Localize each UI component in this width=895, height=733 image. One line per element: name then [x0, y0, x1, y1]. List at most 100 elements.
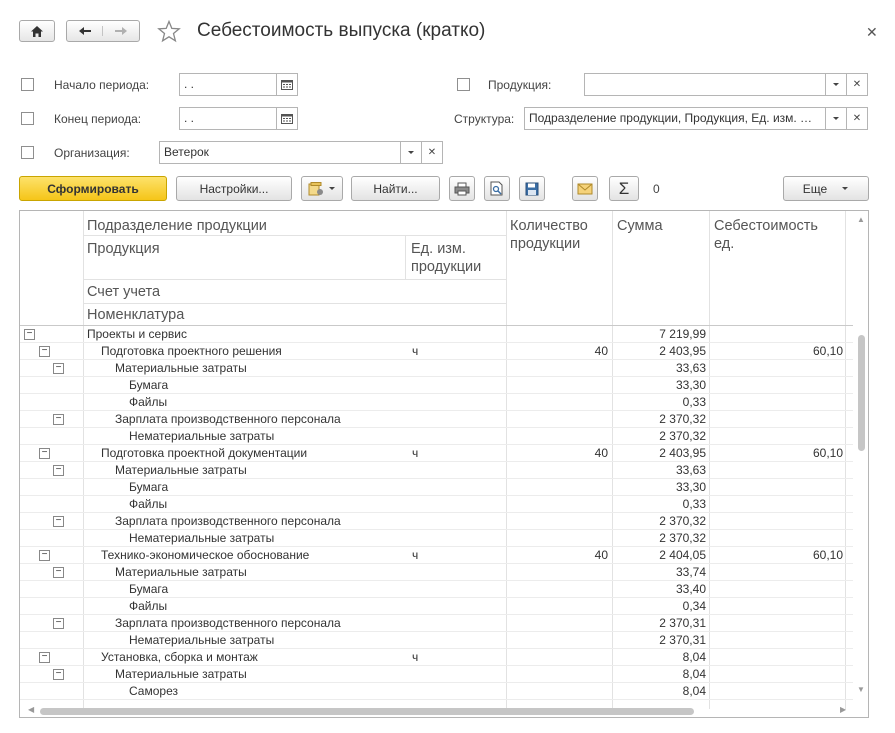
collapse-toggle-icon[interactable]: − — [24, 329, 35, 340]
organization-dropdown-button[interactable] — [400, 141, 422, 164]
row-name: Материальные затраты — [115, 463, 247, 477]
send-email-button[interactable] — [572, 176, 598, 201]
calendar-icon — [281, 79, 293, 90]
row-quantity: 40 — [594, 446, 608, 460]
collapse-toggle-icon[interactable]: − — [53, 567, 64, 578]
row-sum: 2 370,31 — [659, 633, 706, 647]
row-name: Нематериальные затраты — [129, 429, 275, 443]
back-button[interactable] — [67, 26, 103, 36]
vertical-scrollbar[interactable]: ▲ ▼ — [854, 211, 868, 705]
structure-field[interactable]: Подразделение продукции, Продукция, Ед. … — [524, 107, 826, 130]
collapse-toggle-icon[interactable]: − — [39, 346, 50, 357]
row-sum: 33,63 — [675, 361, 706, 375]
report-spreadsheet[interactable]: Подразделение продукции Продукция Ед. из… — [19, 210, 869, 718]
more-button[interactable]: Еще — [783, 176, 869, 201]
product-checkbox[interactable] — [457, 78, 470, 91]
scroll-right-icon[interactable]: ▶ — [840, 705, 846, 714]
report-row: Технико-экономическое обоснование ч 40 2 40… — [20, 547, 853, 564]
row-unit-cost: 60,10 — [812, 344, 843, 358]
forward-button[interactable] — [103, 26, 139, 36]
print-button[interactable] — [449, 176, 475, 201]
period-end-field[interactable]: . . — [179, 107, 277, 130]
scroll-left-icon[interactable]: ◀ — [28, 705, 34, 714]
report-row: Зарплата производственного персонала 2 37… — [20, 615, 853, 632]
find-button[interactable]: Найти... — [351, 176, 440, 201]
collapse-toggle-icon[interactable]: − — [39, 550, 50, 561]
save-button[interactable] — [519, 176, 545, 201]
structure-dropdown-button[interactable] — [825, 107, 847, 130]
horizontal-scroll-thumb[interactable] — [40, 708, 694, 715]
sum-button[interactable]: Σ — [609, 176, 639, 201]
chevron-down-icon — [329, 187, 335, 190]
header-quantity: Количество продукции — [510, 218, 588, 252]
report-row: Файлы 0,33 — [20, 394, 853, 411]
period-end-calendar-button[interactable] — [276, 107, 298, 130]
period-start-checkbox[interactable] — [21, 78, 34, 91]
report-row: Установка, сборка и монтаж ч 8,04 − — [20, 649, 853, 666]
product-dropdown-button[interactable] — [825, 73, 847, 96]
arrow-right-icon — [115, 27, 127, 35]
organization-clear-button[interactable]: ✕ — [421, 141, 443, 164]
row-sum: 33,30 — [675, 378, 706, 392]
report-row: Нематериальные затраты 2 370,32 — [20, 428, 853, 445]
horizontal-scrollbar[interactable]: ◀ ▶ — [20, 705, 854, 717]
variants-dropdown-button[interactable] — [301, 176, 343, 201]
collapse-toggle-icon[interactable]: − — [53, 465, 64, 476]
period-end-checkbox[interactable] — [21, 112, 34, 125]
period-start-field[interactable]: . . — [179, 73, 277, 96]
floppy-disk-icon — [525, 182, 539, 195]
report-row: Файлы 0,34 — [20, 598, 853, 615]
row-unit: ч — [412, 344, 419, 358]
organization-checkbox[interactable] — [21, 146, 34, 159]
row-sum: 2 403,95 — [659, 446, 706, 460]
scroll-up-icon[interactable]: ▲ — [857, 215, 865, 224]
product-field[interactable] — [584, 73, 826, 96]
row-name: Зарплата производственного персонала — [115, 412, 341, 426]
collapse-toggle-icon[interactable]: − — [53, 516, 64, 527]
row-name: Бумага — [129, 582, 169, 596]
row-name: Зарплата производственного персонала — [115, 616, 341, 630]
report-row: Бумага 33,30 — [20, 479, 853, 496]
sigma-icon: Σ — [618, 178, 630, 198]
collapse-toggle-icon[interactable]: − — [39, 448, 50, 459]
home-button[interactable] — [19, 20, 55, 42]
generate-button[interactable]: Сформировать — [19, 176, 167, 201]
sum-value: 0 — [653, 182, 660, 196]
collapse-toggle-icon[interactable]: − — [53, 414, 64, 425]
row-sum: 33,40 — [675, 582, 706, 596]
row-name: Материальные затраты — [115, 667, 247, 681]
collapse-toggle-icon[interactable]: − — [39, 652, 50, 663]
row-sum: 2 403,95 — [659, 344, 706, 358]
report-row: Зарплата производственного персонала 2 37… — [20, 513, 853, 530]
structure-clear-button[interactable]: ✕ — [846, 107, 868, 130]
header-unit-cost: Себестоимость ед. — [714, 218, 818, 252]
row-sum: 8,04 — [682, 667, 706, 681]
row-sum: 2 370,31 — [659, 616, 706, 630]
product-clear-button[interactable]: ✕ — [846, 73, 868, 96]
report-row: Подготовка проектного решения ч 40 2 403,95… — [20, 343, 853, 360]
row-sum: 0,34 — [682, 599, 706, 613]
organization-field[interactable]: Ветерок — [159, 141, 401, 164]
collapse-toggle-icon[interactable]: − — [53, 669, 64, 680]
header-unit: Ед. изм. продукции — [411, 241, 482, 275]
print-preview-icon — [490, 181, 503, 196]
period-start-calendar-button[interactable] — [276, 73, 298, 96]
header-division: Подразделение продукции — [87, 218, 267, 234]
preview-button[interactable] — [484, 176, 510, 201]
row-unit: ч — [412, 548, 419, 562]
envelope-icon — [577, 183, 593, 194]
row-name: Материальные затраты — [115, 361, 247, 375]
close-icon[interactable]: ✕ — [866, 24, 878, 41]
settings-button[interactable]: Настройки... — [176, 176, 292, 201]
scroll-down-icon[interactable]: ▼ — [857, 685, 865, 694]
row-sum: 33,74 — [675, 565, 706, 579]
collapse-toggle-icon[interactable]: − — [53, 363, 64, 374]
row-sum: 7 219,99 — [659, 327, 706, 341]
favorite-star-icon[interactable] — [157, 20, 181, 43]
row-name: Технико-экономическое обоснование — [101, 548, 310, 562]
page-title: Себестоимость выпуска (кратко) — [197, 20, 486, 41]
row-sum: 2 370,32 — [659, 514, 706, 528]
collapse-toggle-icon[interactable]: − — [53, 618, 64, 629]
row-name: Зарплата производственного персонала — [115, 514, 341, 528]
vertical-scroll-thumb[interactable] — [858, 335, 865, 451]
